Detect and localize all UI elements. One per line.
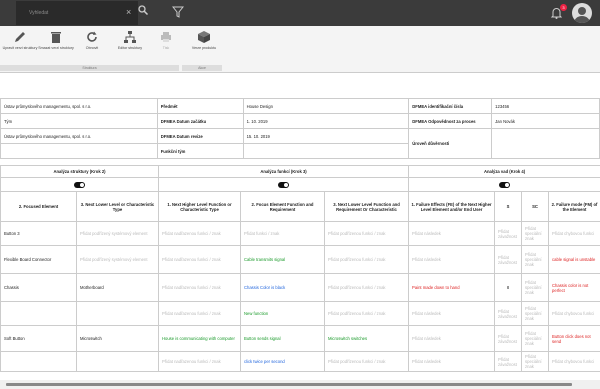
pencil-icon (15, 32, 25, 42)
top-bar: Vyhledat × 3 (0, 0, 600, 26)
search-box[interactable]: Vyhledat × (16, 1, 149, 25)
function-toggle[interactable] (278, 181, 290, 188)
structure-editor-button[interactable]: Editor struktury (110, 30, 150, 66)
info-row: Ústav průmyslového managementu, spol. s … (0, 98, 600, 114)
table-row: Přidat nadřazenou funkci / znak click tw… (0, 351, 600, 372)
product-version-button[interactable]: Verze produktu (184, 30, 224, 66)
delete-structure-button[interactable]: Smazat verzi struktury (36, 30, 76, 66)
avatar[interactable] (572, 3, 592, 23)
search-input[interactable]: Vyhledat (29, 10, 48, 16)
info-row: Tým DFMEA Datum začátku 1. 10. 2019 DFME… (0, 113, 600, 129)
group-label-structure: Struktura (0, 65, 179, 71)
refresh-button[interactable]: Obnovit (72, 30, 112, 66)
table-row: Chassis Motherboard Přidat nadřazenou fu… (0, 273, 600, 302)
trash-icon (51, 32, 61, 43)
search-icon[interactable] (137, 4, 149, 16)
print-icon (161, 32, 171, 42)
box-icon (198, 31, 210, 43)
section-failure: Analýza vad (Krok 4) (408, 165, 600, 178)
clear-icon[interactable]: × (126, 7, 131, 17)
section-function: Analýza funkcí (Krok 3) (157, 165, 410, 178)
print-button[interactable]: Tisk (146, 30, 186, 66)
horizontal-scrollbar[interactable] (0, 380, 600, 389)
hierarchy-icon (124, 31, 136, 43)
group-label-actions: Akce (182, 65, 222, 71)
scrollbar-thumb[interactable] (6, 383, 572, 386)
user-icon (574, 7, 590, 23)
table-row: Flexible Board Connector Přidat podřízen… (0, 245, 600, 274)
edit-structure-button[interactable]: Upravit verzi struktury (0, 30, 40, 66)
fmea-grid: Analýza struktury (Krok 2) Analýza funkc… (0, 165, 600, 372)
section-structure: Analýza struktury (Krok 2) (0, 165, 159, 178)
filter-icon[interactable] (172, 6, 184, 18)
failure-toggle[interactable] (499, 181, 511, 188)
refresh-icon (87, 31, 97, 42)
structure-toggle[interactable] (74, 181, 85, 188)
column-header-row: 2. Focused Element 3. Next Lower Level o… (0, 191, 600, 222)
header-info-table: Ústav průmyslového managementu, spol. s … (0, 98, 600, 159)
table-row: Soft Button Microswitch House is communi… (0, 325, 600, 352)
notification-badge: 3 (560, 4, 567, 11)
table-row: Button 3 Přidat podřízený systémový elem… (0, 221, 600, 246)
info-row: Ústav průmyslového managementu, spol. s … (0, 128, 600, 159)
table-row: Přidat nadřazenou funkci / znak New func… (0, 301, 600, 326)
ribbon-toolbar: Upravit verzi struktury Smazat verzi str… (0, 26, 600, 73)
